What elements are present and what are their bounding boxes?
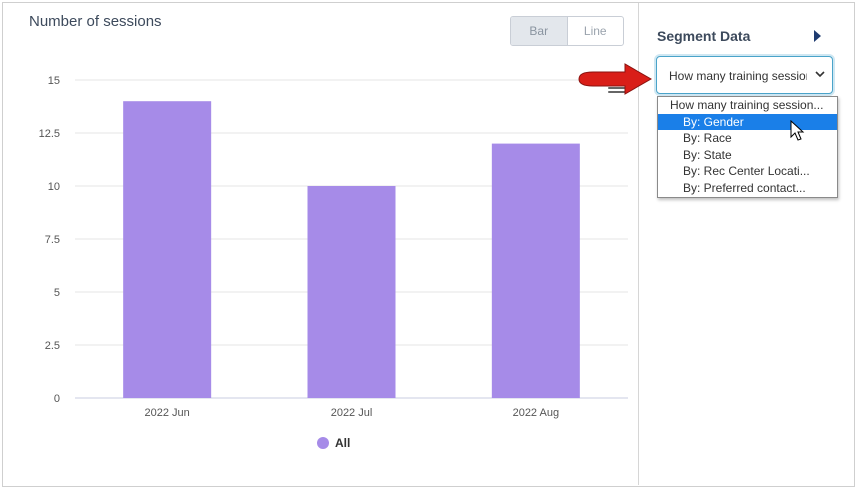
x-tick-label: 2022 Aug xyxy=(513,407,560,419)
y-tick-label: 2.5 xyxy=(45,340,60,352)
y-tick-label: 0 xyxy=(54,393,60,405)
bar-chart: 0 2.5 5 7.5 10 12.5 15 2022 Jun 2022 Jul 2022 Aug xyxy=(39,75,628,419)
dropdown-option[interactable]: By: Preferred contact... xyxy=(658,180,837,197)
dropdown-option[interactable]: By: State xyxy=(658,147,837,164)
segment-select[interactable]: How many training sessions? xyxy=(656,56,833,94)
segment-dropdown-list: How many training session... By: Gender By… xyxy=(657,96,838,198)
bar[interactable] xyxy=(491,143,580,398)
dropdown-option[interactable]: By: Race xyxy=(658,130,837,147)
red-arrow-icon xyxy=(578,63,653,95)
dropdown-option[interactable]: By: Gender xyxy=(658,113,837,130)
collapse-arrow-icon[interactable] xyxy=(814,30,821,42)
dropdown-option[interactable]: By: Rec Center Locati... xyxy=(658,163,837,180)
y-tick-label: 10 xyxy=(48,181,60,193)
legend-label: All xyxy=(335,436,351,450)
bar[interactable] xyxy=(307,186,396,398)
dropdown-option: How many training session... xyxy=(670,98,824,112)
x-tick-label: 2022 Jun xyxy=(145,407,190,419)
y-tick-label: 15 xyxy=(48,75,60,87)
segment-data-title: Segment Data xyxy=(657,28,751,44)
legend-swatch xyxy=(317,437,329,449)
chart-legend[interactable]: All xyxy=(317,436,350,450)
y-tick-label: 5 xyxy=(54,287,60,299)
x-tick-label: 2022 Jul xyxy=(331,407,373,419)
y-tick-label: 7.5 xyxy=(45,234,60,246)
segment-select-value: How many training sessions? xyxy=(669,69,807,83)
bar[interactable] xyxy=(123,101,212,398)
chevron-down-icon xyxy=(815,71,825,78)
y-tick-label: 12.5 xyxy=(39,128,60,140)
mouse-cursor-icon xyxy=(790,120,805,141)
